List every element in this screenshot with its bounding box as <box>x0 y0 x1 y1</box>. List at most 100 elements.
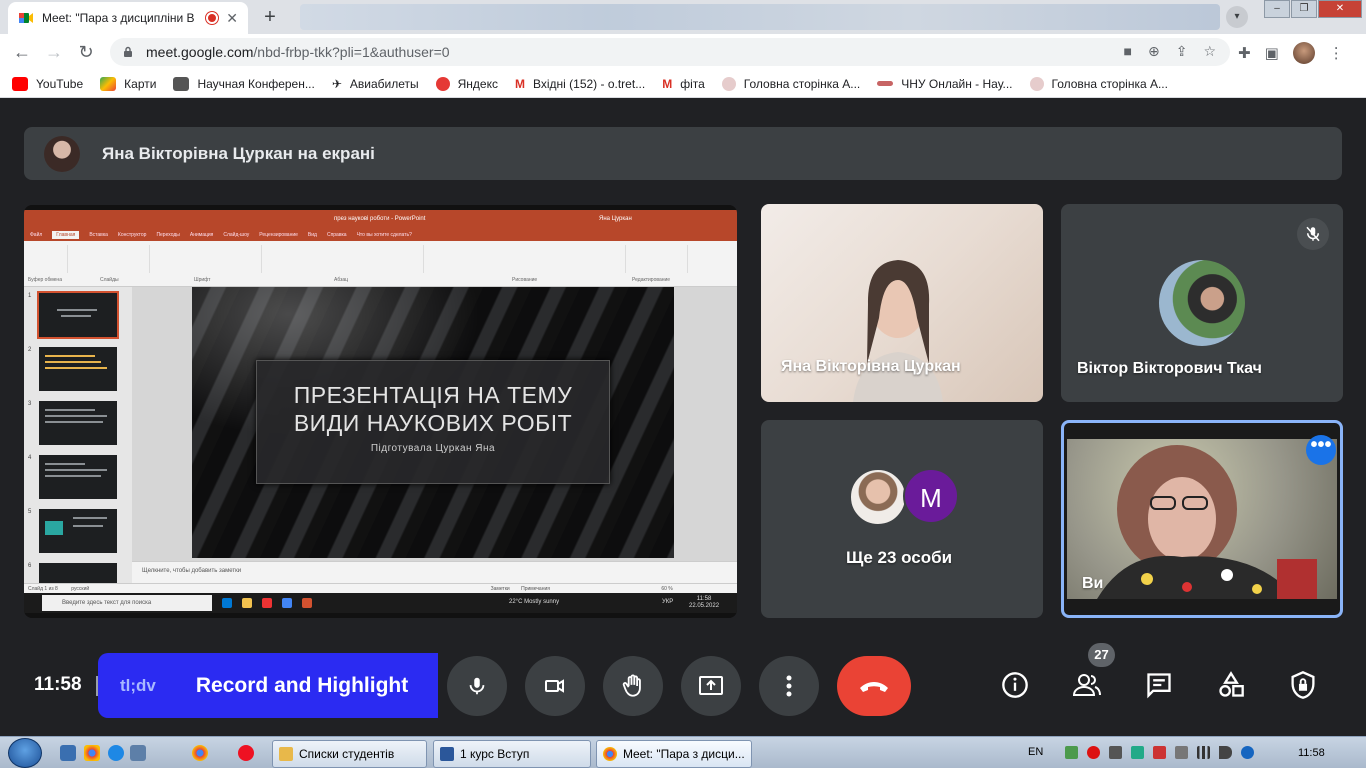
share-icon[interactable]: ⇪ <box>1176 43 1188 60</box>
system-clock[interactable]: 11:58 <box>1298 747 1325 759</box>
tab-title: Meet: "Пара з дисципліни В <box>42 11 195 25</box>
microphone-button[interactable] <box>447 656 507 716</box>
network-icon[interactable] <box>1197 746 1210 759</box>
bookmark-fita[interactable]: Mфіта <box>662 77 705 91</box>
slide-thumbnail[interactable]: 2 <box>28 347 117 391</box>
ie-icon[interactable] <box>108 745 124 761</box>
maps-icon <box>100 76 117 91</box>
site-icon <box>721 76 736 91</box>
camera-button[interactable] <box>525 656 585 716</box>
taskbar-item-word[interactable]: 1 курс Вступ <box>433 740 591 768</box>
shared-screen[interactable]: през наукові роботи - PowerPoint Яна Цур… <box>24 205 737 618</box>
show-desktop-icon[interactable] <box>60 745 76 761</box>
mic-off-icon <box>1297 218 1329 250</box>
reload-icon[interactable]: ↻ <box>70 42 102 63</box>
opera-icon <box>262 598 272 608</box>
powerpoint-titlebar: през наукові роботи - PowerPoint Яна Цур… <box>24 210 737 229</box>
back-icon[interactable]: ← <box>6 42 38 63</box>
taskbar-item-folder[interactable]: Списки студентів <box>272 740 427 768</box>
present-button[interactable] <box>681 656 741 716</box>
volume-icon[interactable] <box>1219 746 1232 759</box>
bookmark-flights[interactable]: ✈ Авиабилеты <box>332 77 419 91</box>
bookmark-youtube[interactable]: YouTube <box>12 76 83 91</box>
participant-tile-others[interactable]: M Ще 23 особи <box>761 420 1043 618</box>
new-tab-button[interactable]: + <box>258 6 282 30</box>
site-icon <box>1029 76 1044 91</box>
window-switch-icon[interactable] <box>130 745 146 761</box>
tray-app-icon[interactable] <box>1065 746 1078 759</box>
bluetooth-icon[interactable] <box>1241 746 1254 759</box>
folder-icon <box>279 747 293 761</box>
start-button[interactable] <box>8 738 42 768</box>
powerpoint-ribbon: Буфер обмена Слайды Шрифт Абзац Рисовани… <box>24 241 737 287</box>
tray-app-icon[interactable] <box>1153 746 1166 759</box>
bookmark-chnu[interactable]: ЧНУ Онлайн - Нау... <box>877 77 1013 91</box>
more-actions-button[interactable] <box>759 656 819 716</box>
side-panel-icon[interactable]: ▣ <box>1265 44 1279 62</box>
info-icon <box>1002 672 1028 698</box>
tray-app-icon[interactable] <box>1131 746 1144 759</box>
bookmark-yandex[interactable]: Яндекс <box>435 76 498 91</box>
tab-close-icon[interactable]: ✕ <box>226 10 238 27</box>
slide-thumbnail[interactable]: 5 <box>28 509 117 553</box>
taskbar-item-chrome[interactable]: Meet: "Пара з дисци... <box>596 740 752 768</box>
url-host: meet.google.com <box>146 44 254 60</box>
participants-button[interactable] <box>1070 668 1104 702</box>
tray-app-icon[interactable] <box>1175 746 1188 759</box>
activities-icon <box>1219 671 1244 697</box>
chat-button[interactable] <box>1142 668 1176 702</box>
bookmark-conference[interactable]: Научная Конферен... <box>173 76 315 91</box>
participant-tile-self[interactable]: ••• Ви <box>1061 420 1343 618</box>
restore-icon[interactable]: ❐ <box>1291 0 1317 18</box>
tray-app-icon[interactable] <box>1109 746 1122 759</box>
close-window-icon[interactable]: ✕ <box>1318 0 1362 18</box>
slide-thumbnail[interactable]: 4 <box>28 455 117 499</box>
microphone-icon <box>469 677 485 695</box>
slide-thumbnail[interactable]: 3 <box>28 401 117 445</box>
people-icon <box>1072 674 1101 696</box>
meeting-details-button[interactable] <box>998 668 1032 702</box>
leave-call-button[interactable] <box>837 656 911 716</box>
presenter-banner-text: Яна Вікторівна Цуркан на екрані <box>102 143 375 163</box>
current-slide[interactable]: ПРЕЗЕНТАЦІЯ НА ТЕМУ ВИДИ НАУКОВИХ РОБІТ … <box>192 287 674 558</box>
menu-icon[interactable]: ⋮ <box>1329 44 1344 62</box>
participant-tile-viktor[interactable]: Віктор Вікторович Ткач <box>1061 204 1343 402</box>
host-controls-button[interactable] <box>1286 668 1320 702</box>
bookmark-star-icon[interactable]: ☆ <box>1203 43 1216 60</box>
opera-icon[interactable] <box>238 745 254 761</box>
slide-thumbnail[interactable]: 1 <box>28 291 119 339</box>
slide-canvas: ПРЕЗЕНТАЦІЯ НА ТЕМУ ВИДИ НАУКОВИХ РОБІТ … <box>132 287 737 561</box>
tab-search-icon[interactable]: ▾ <box>1226 6 1248 28</box>
camera-icon <box>545 679 564 693</box>
chrome-icon <box>603 747 617 761</box>
participant-avatar-letter: M <box>903 468 959 524</box>
raise-hand-button[interactable] <box>603 656 663 716</box>
gmail-icon: M <box>662 76 673 91</box>
slide-title-line-1: ПРЕЗЕНТАЦІЯ НА ТЕМУ <box>293 382 573 408</box>
language-indicator[interactable]: EN <box>1028 746 1043 758</box>
chrome-icon[interactable] <box>84 745 100 761</box>
more-options-button[interactable]: ••• <box>1306 435 1336 465</box>
activities-button[interactable] <box>1214 668 1248 702</box>
bookmark-home-2[interactable]: Головна сторінка А... <box>1029 76 1168 91</box>
bookmark-inbox[interactable]: M Вхідні (152) - o.tret... <box>515 77 645 91</box>
bookmark-maps[interactable]: Карти <box>100 76 156 91</box>
windows-taskbar: Списки студентів 1 курс Вступ Meet: "Пар… <box>0 736 1366 768</box>
bookmark-home-1[interactable]: Головна сторінка А... <box>721 76 860 91</box>
profile-avatar[interactable] <box>1292 42 1315 64</box>
chrome-icon[interactable] <box>192 745 208 761</box>
zoom-icon[interactable]: ⊕ <box>1148 43 1160 60</box>
forward-icon[interactable]: → <box>38 42 70 63</box>
minimize-icon[interactable]: – <box>1264 0 1290 18</box>
camera-in-use-icon[interactable]: ■ <box>1124 43 1132 60</box>
opera-tray-icon[interactable] <box>1087 746 1100 759</box>
slide-thumbnail[interactable]: 6 <box>28 563 117 583</box>
participant-avatar <box>849 468 907 526</box>
tldv-extension-banner[interactable]: tl;dv Record and Highlight <box>98 653 438 718</box>
extensions-icon[interactable]: ✚ <box>1238 44 1251 62</box>
edge-icon <box>222 598 232 608</box>
address-bar[interactable]: meet.google.com /nbd-frbp-tkk?pli=1&auth… <box>110 38 1230 66</box>
tab-meet[interactable]: Meet: "Пара з дисципліни В ✕ <box>8 2 248 34</box>
participant-tile-yana[interactable]: Яна Вікторівна Цуркан <box>761 204 1043 402</box>
presenter-banner: Яна Вікторівна Цуркан на екрані <box>24 127 1342 180</box>
